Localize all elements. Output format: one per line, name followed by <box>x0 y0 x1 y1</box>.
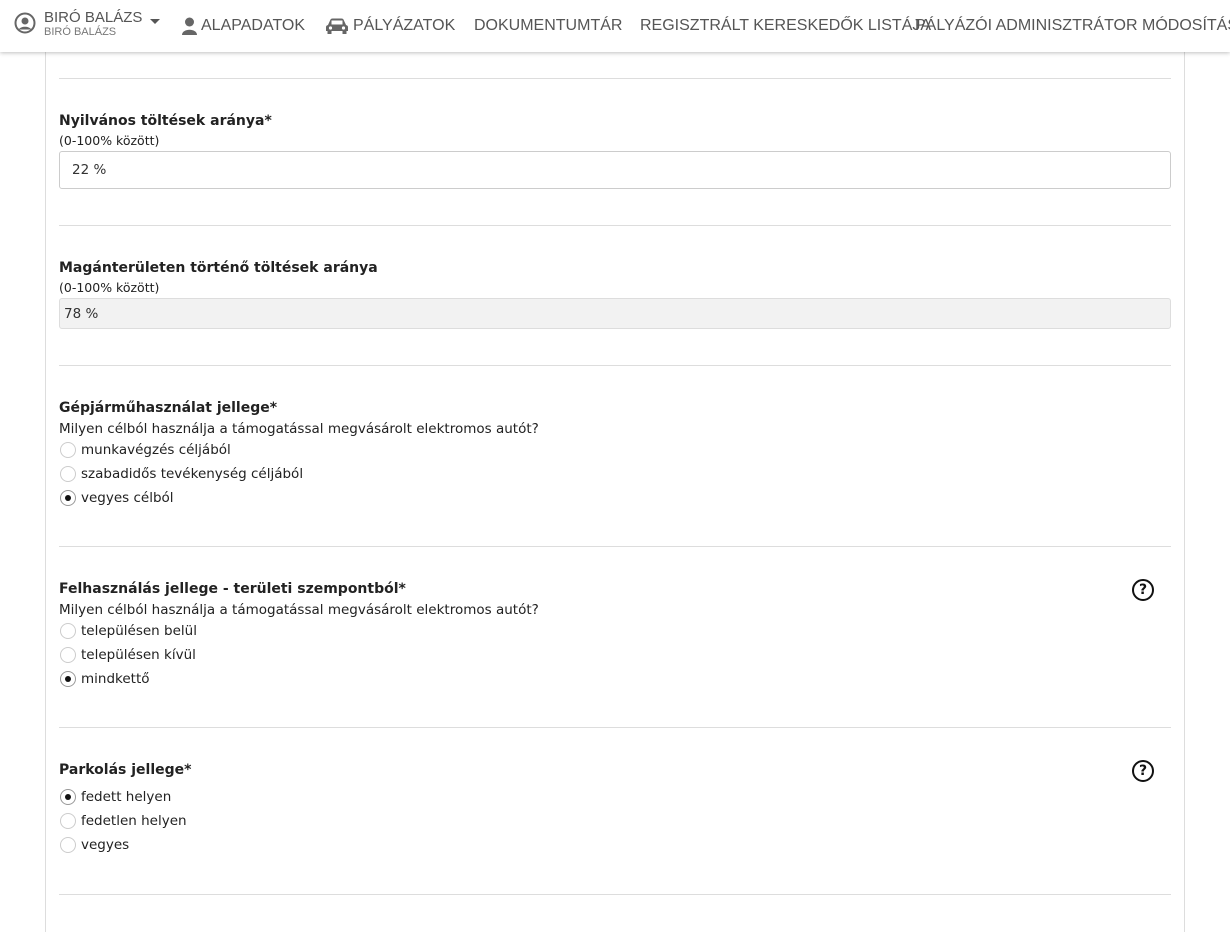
area-usage-label: Felhasználás jellege - területi szempont… <box>59 581 406 597</box>
radio-label: munkavégzés céljából <box>81 442 231 458</box>
radio-telepulesen-belul[interactable]: településen belül <box>60 622 197 640</box>
nav-regisztralt-kereskedok[interactable]: REGISZTRÁLT KERESKEDŐK LISTÁJA <box>640 0 931 52</box>
radio-label: településen belül <box>81 623 197 639</box>
radio-telepulesen-kivul[interactable]: településen kívül <box>60 646 196 664</box>
user-menu[interactable]: BIRÓ BALÁZS BIRÓ BALÁZS <box>14 8 161 44</box>
nav-alapadatok[interactable]: ALAPADATOK <box>182 0 305 52</box>
private-charging-readonly-field: 78 % <box>59 298 1171 329</box>
radio-label: vegyes célból <box>81 490 174 506</box>
area-usage-question: Milyen célból használja a támogatással m… <box>59 602 539 618</box>
public-charging-hint: (0-100% között) <box>59 133 160 148</box>
private-charging-value: 78 % <box>64 305 99 322</box>
caret-down-icon <box>150 19 161 24</box>
radio-vegyes-celbol[interactable]: vegyes célból <box>60 489 174 507</box>
radio-label: vegyes <box>81 837 130 853</box>
radio-circle[interactable] <box>60 789 76 805</box>
divider <box>59 78 1171 79</box>
user-icon <box>182 17 197 35</box>
divider <box>59 894 1171 895</box>
public-charging-value: 22 % <box>72 162 107 178</box>
radio-circle[interactable] <box>60 466 76 482</box>
radio-circle[interactable] <box>60 647 76 663</box>
radio-circle[interactable] <box>60 671 76 687</box>
parking-label: Parkolás jellege* <box>59 762 192 778</box>
radio-label: szabadidős tevékenység céljából <box>81 466 304 482</box>
radio-szabadidos[interactable]: szabadidős tevékenység céljából <box>60 465 303 483</box>
nav-label: REGISZTRÁLT KERESKEDŐK LISTÁJA <box>640 17 932 34</box>
radio-fedett-helyen[interactable]: fedett helyen <box>60 788 171 806</box>
radio-circle[interactable] <box>60 837 76 853</box>
public-charging-input[interactable]: 22 % <box>59 151 1171 189</box>
radio-mindketto[interactable]: mindkettő <box>60 670 150 688</box>
nav-label: PÁLYÁZATOK <box>353 17 456 34</box>
radio-circle[interactable] <box>60 442 76 458</box>
public-charging-label: Nyilvános töltések aránya* <box>59 113 272 129</box>
radio-label: fedett helyen <box>81 789 172 805</box>
divider <box>59 225 1171 226</box>
radio-circle[interactable] <box>60 813 76 829</box>
nav-palyazoi-adminisztrator[interactable]: PÁLYÁZÓI ADMINISZTRÁTOR MÓDOSÍTÁSA <box>915 0 1230 52</box>
question-circle-icon[interactable]: ? <box>1132 760 1154 782</box>
nav-palyazatok[interactable]: PÁLYÁZATOK <box>325 0 455 52</box>
radio-circle[interactable] <box>60 490 76 506</box>
question-circle-icon[interactable]: ? <box>1132 579 1154 601</box>
nav-label: DOKUMENTUMTÁR <box>474 17 623 34</box>
nav-label: PÁLYÁZÓI ADMINISZTRÁTOR MÓDOSÍTÁSA <box>915 17 1230 34</box>
radio-circle[interactable] <box>60 623 76 639</box>
radio-label: fedetlen helyen <box>81 813 187 829</box>
car-icon <box>326 18 348 34</box>
radio-label: településen kívül <box>81 647 196 663</box>
user-circle-icon <box>14 12 36 34</box>
divider <box>59 546 1171 547</box>
radio-fedetlen-helyen[interactable]: fedetlen helyen <box>60 812 187 830</box>
nav-label: ALAPADATOK <box>201 17 306 34</box>
user-name: BIRÓ BALÁZS <box>44 9 143 26</box>
divider <box>59 727 1171 728</box>
vehicle-usage-question: Milyen célból használja a támogatással m… <box>59 421 539 437</box>
radio-label: mindkettő <box>81 671 150 687</box>
user-subname: BIRÓ BALÁZS <box>44 26 117 38</box>
vehicle-usage-label: Gépjárműhasználat jellege* <box>59 400 278 416</box>
top-navbar: BIRÓ BALÁZS BIRÓ BALÁZS ALAPADATOK PÁLYÁ… <box>0 0 1230 52</box>
divider <box>59 365 1171 366</box>
radio-munkavegzes[interactable]: munkavégzés céljából <box>60 441 231 459</box>
nav-dokumentumtar[interactable]: DOKUMENTUMTÁR <box>474 0 622 52</box>
private-charging-hint: (0-100% között) <box>59 280 160 295</box>
private-charging-label: Magánterületen történő töltések aránya <box>59 260 378 276</box>
radio-vegyes[interactable]: vegyes <box>60 836 129 854</box>
